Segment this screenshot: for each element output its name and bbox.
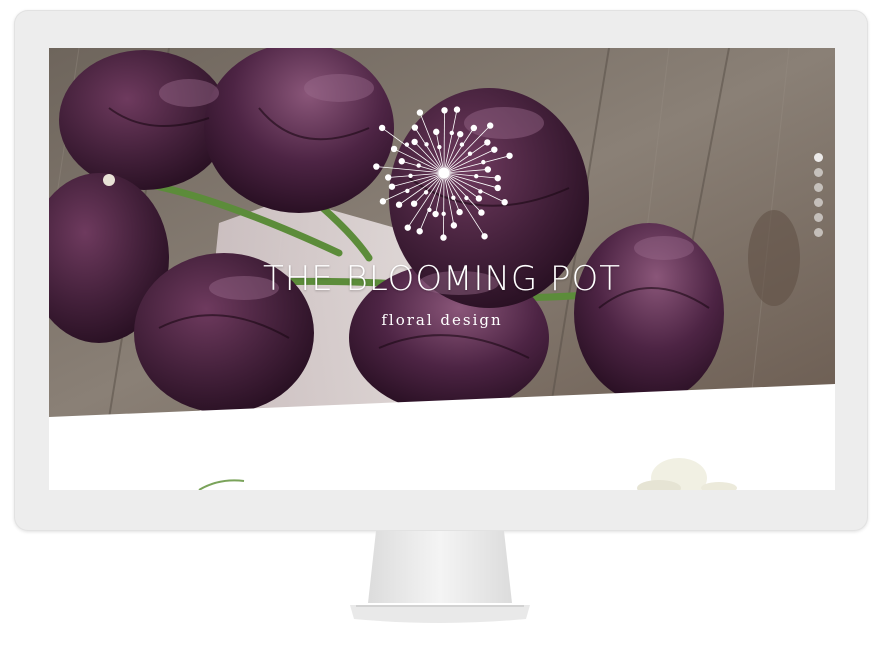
monitor-stand [350, 531, 530, 623]
content-section [49, 384, 835, 490]
website-screen: THE BLOOMING POT floral design [49, 48, 835, 490]
